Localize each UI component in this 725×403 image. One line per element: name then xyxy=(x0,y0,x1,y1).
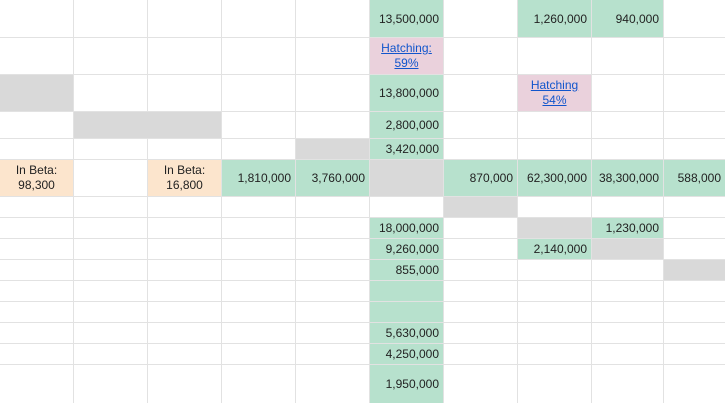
cell-value[interactable]: 870,000 xyxy=(444,160,517,196)
empty-shaded-cell[interactable] xyxy=(0,75,73,111)
empty-green-cell[interactable] xyxy=(370,281,443,301)
empty-shaded-cell[interactable] xyxy=(664,260,725,280)
empty-shaded-cell[interactable] xyxy=(370,160,443,196)
hatching-link-label[interactable]: Hatching: xyxy=(381,41,432,56)
cell-value[interactable]: 1,260,000 xyxy=(518,0,591,37)
cell-value[interactable]: 855,000 xyxy=(370,260,443,280)
cell-text: 855,000 xyxy=(395,263,439,277)
cell-value[interactable]: 940,000 xyxy=(592,0,663,37)
row-gridline xyxy=(0,74,725,75)
hatching-link-percent[interactable]: 54% xyxy=(531,93,578,108)
cell-text: 9,260,000 xyxy=(385,242,439,256)
cell-text: 5,630,000 xyxy=(385,326,439,340)
cell-text: 62,300,000 xyxy=(526,171,587,185)
empty-shaded-cell[interactable] xyxy=(444,197,517,217)
cell-value[interactable]: 2,800,000 xyxy=(370,112,443,138)
cell-value[interactable]: 18,000,000 xyxy=(370,218,443,238)
cell-value[interactable]: 1,230,000 xyxy=(592,218,663,238)
hatching-link-label[interactable]: Hatching xyxy=(531,78,578,93)
cell-value[interactable]: 62,300,000 xyxy=(518,160,591,196)
cell-text: 13,800,000 xyxy=(378,86,439,100)
hatching-link-cell[interactable]: Hatching: 59% xyxy=(370,38,443,74)
cell-value[interactable]: 5,630,000 xyxy=(370,323,443,343)
cell-value[interactable]: 588,000 xyxy=(664,160,725,196)
cell-text: 1,950,000 xyxy=(385,377,439,391)
cell-text: 588,000 xyxy=(677,171,721,185)
in-beta-label: In Beta: xyxy=(163,163,206,177)
cell-value[interactable]: 13,500,000 xyxy=(370,0,443,37)
cell-text: 870,000 xyxy=(469,171,513,185)
hatching-link-cell[interactable]: Hatching 54% xyxy=(518,75,591,111)
empty-shaded-cell[interactable] xyxy=(518,218,591,238)
cell-text: 38,300,000 xyxy=(598,171,659,185)
spreadsheet-grid: 13,500,000 1,260,000 940,000 Hatching: 5… xyxy=(0,0,725,403)
cell-value[interactable]: 3,760,000 xyxy=(296,160,369,196)
hatching-link-percent[interactable]: 59% xyxy=(381,56,432,71)
row-gridline xyxy=(0,364,725,365)
row-gridline xyxy=(0,280,725,281)
in-beta-label: In Beta: xyxy=(15,163,58,177)
cell-text: 1,810,000 xyxy=(237,171,291,185)
cell-value[interactable]: 13,800,000 xyxy=(370,75,443,111)
cell-text: 2,140,000 xyxy=(533,242,587,256)
cell-value[interactable]: 9,260,000 xyxy=(370,239,443,259)
in-beta-value: 16,800 xyxy=(166,178,203,192)
in-beta-cell[interactable]: In Beta: 98,300 xyxy=(0,160,73,196)
cell-value[interactable]: 1,950,000 xyxy=(370,365,443,403)
in-beta-cell[interactable]: In Beta: 16,800 xyxy=(148,160,221,196)
cell-text: 18,000,000 xyxy=(378,221,439,235)
cell-value[interactable]: 3,420,000 xyxy=(370,139,443,159)
row-gridline xyxy=(0,322,725,323)
empty-shaded-cell[interactable] xyxy=(74,112,221,138)
row-gridline xyxy=(0,259,725,260)
cell-text: 4,250,000 xyxy=(385,347,439,361)
row-gridline xyxy=(0,301,725,302)
cell-text: 1,230,000 xyxy=(605,221,659,235)
row-gridline xyxy=(0,343,725,344)
cell-value[interactable]: 1,810,000 xyxy=(222,160,295,196)
cell-text: 1,260,000 xyxy=(533,11,587,26)
row-gridline xyxy=(0,196,725,197)
empty-shaded-cell[interactable] xyxy=(296,139,369,159)
cell-text: 13,500,000 xyxy=(378,11,439,26)
empty-shaded-cell[interactable] xyxy=(592,239,663,259)
cell-value[interactable]: 38,300,000 xyxy=(592,160,663,196)
cell-text: 2,800,000 xyxy=(385,118,439,132)
cell-value[interactable]: 2,140,000 xyxy=(518,239,591,259)
row-gridline xyxy=(0,37,725,38)
cell-value[interactable]: 4,250,000 xyxy=(370,344,443,364)
empty-green-cell[interactable] xyxy=(370,302,443,322)
cell-text: 940,000 xyxy=(615,11,659,26)
in-beta-value: 98,300 xyxy=(18,178,55,192)
cell-text: 3,420,000 xyxy=(385,142,439,156)
cell-text: 3,760,000 xyxy=(311,171,365,185)
